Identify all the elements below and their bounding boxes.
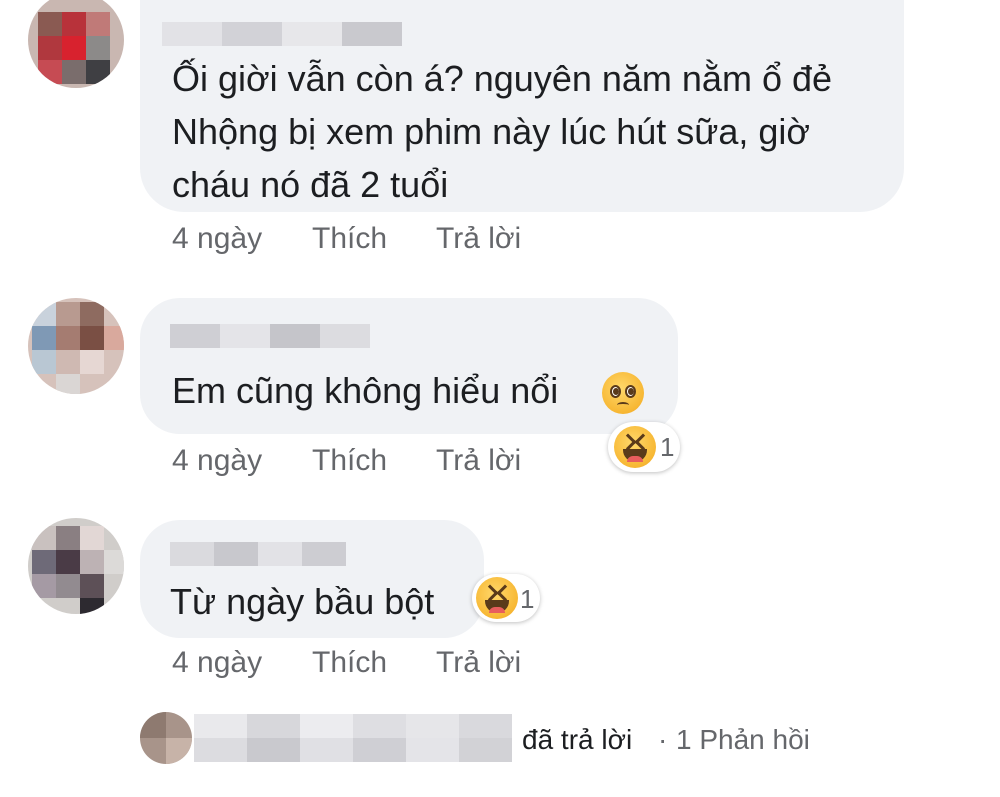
comment-text-line: Ối giời vẫn còn á? nguyên năm nằm ổ đẻ [172,58,833,99]
avatar[interactable] [28,298,124,394]
reaction-summary[interactable]: 1 [472,574,540,622]
haha-icon [614,426,656,468]
reply-button[interactable]: Trả lời [436,646,521,680]
author-name-redacted[interactable] [170,324,370,348]
replier-names-redacted[interactable] [194,714,512,762]
like-button[interactable]: Thích [312,646,387,680]
separator-dot: · [658,724,668,755]
replied-label: đã trả lời [522,724,633,755]
reaction-count: 1 [660,432,675,462]
like-button[interactable]: Thích [312,222,387,256]
reaction-summary[interactable]: 1 [608,422,680,472]
pleading-face-icon [602,372,644,414]
comment-timestamp: 4 ngày [172,222,263,255]
author-name-redacted[interactable] [170,542,346,566]
comment-text-line: Nhộng bị xem phim này lúc hút sữa, giờ [172,111,811,152]
reply-button[interactable]: Trả lời [436,222,521,256]
haha-icon [476,577,518,619]
comment-timestamp: 4 ngày [172,444,263,477]
comment-text: Em cũng không hiểu nổi [172,370,559,411]
reply-count-link[interactable]: 1 Phản hồi [676,724,810,756]
author-name-redacted[interactable] [162,22,402,46]
comment-bubble: Từ ngày bầu bột [140,520,484,638]
reply-button[interactable]: Trả lời [436,444,521,478]
comment-timestamp: 4 ngày [172,646,263,679]
comment-bubble: Ối giời vẫn còn á? nguyên năm nằm ổ đẻ N… [140,0,904,212]
avatar[interactable] [28,0,124,88]
like-button[interactable]: Thích [312,444,387,478]
comment-bubble: Em cũng không hiểu nổi [140,298,678,434]
comment-text-line: cháu nó đã 2 tuổi [172,164,449,205]
reaction-count: 1 [520,584,535,614]
avatar[interactable] [28,518,124,614]
reply-avatar [140,712,192,764]
comment-text: Từ ngày bầu bột [170,581,435,622]
